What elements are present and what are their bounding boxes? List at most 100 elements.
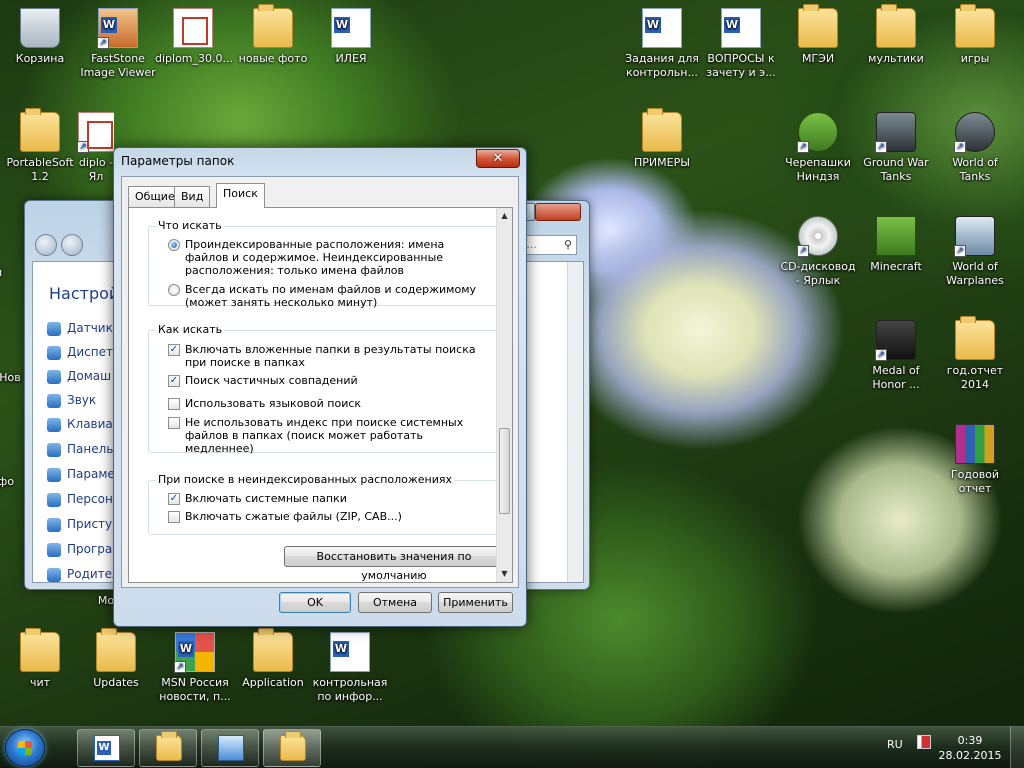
clock-date: 28.02.2015 <box>938 749 1002 762</box>
pdf-document-icon: ↗ <box>78 112 114 153</box>
cp-item[interactable]: Парамет <box>47 466 122 482</box>
folder-icon <box>253 628 293 672</box>
radio-option-always-contents[interactable]: Всегда искать по именам файлов и содержи… <box>168 283 488 309</box>
desktop-icon-mgei[interactable]: МГЭИ <box>780 4 856 66</box>
warplane-icon: ↗ <box>954 216 995 257</box>
checkbox-option-system-folders[interactable]: ✓ Включать системные папки <box>168 492 488 505</box>
desktop-icon-annual-report[interactable]: Годовой отчет <box>937 424 1013 496</box>
start-button[interactable] <box>5 729 45 767</box>
forward-button[interactable] <box>61 234 83 256</box>
system-clock[interactable]: 0:39 28.02.2015 <box>938 733 1002 763</box>
back-button[interactable] <box>35 234 57 256</box>
desktop-icon-annual-report-2014[interactable]: год.отчет 2014 <box>937 316 1013 392</box>
control-panel-item-icon <box>47 393 61 408</box>
cp-item[interactable]: Клавиат <box>47 416 120 432</box>
desktop-icon-partial-label: м <box>0 266 18 280</box>
desktop-icon-medal-of-honor[interactable]: ↗ Medal of Honor ... <box>858 320 934 392</box>
desktop-icon-msn[interactable]: ↗ MSN Россия новости, п... <box>157 632 233 704</box>
checkbox-option-natural-language[interactable]: Использовать языковой поиск <box>168 397 488 410</box>
desktop-icon-tasks[interactable]: Задания для контрольн... <box>624 8 700 80</box>
control-panel-item-icon <box>47 345 61 360</box>
desktop-icon-world-of-tanks[interactable]: ↗ World of Tanks <box>937 112 1013 184</box>
cp-item[interactable]: Програ <box>47 541 112 557</box>
desktop-icon-ground-war[interactable]: ↗ Ground War Tanks <box>858 112 934 184</box>
checkbox-option-no-index[interactable]: Не использовать индекс при поиске систем… <box>168 416 488 455</box>
clock-time: 0:39 <box>957 734 983 747</box>
checkbox-option-subfolders[interactable]: ✓ Включать вложенные папки в результаты … <box>168 343 488 369</box>
desktop-icon-recycle-bin[interactable]: Корзина <box>2 8 78 66</box>
window-close-button[interactable] <box>535 203 581 221</box>
taskbar-button-explorer[interactable] <box>139 729 197 767</box>
dialog-title: Параметры папок <box>121 154 235 168</box>
control-panel-item-icon <box>47 321 61 336</box>
taskbar-button-control-panel[interactable] <box>201 729 259 767</box>
folder-icon <box>876 4 916 48</box>
scroll-thumb[interactable] <box>499 428 510 514</box>
desktop-icon-cartoons[interactable]: мультики <box>858 4 934 66</box>
cp-item[interactable]: Панель <box>47 441 113 457</box>
restore-defaults-button[interactable]: Восстановить значения по умолчанию <box>284 546 497 582</box>
desktop-icon-ileya[interactable]: ИЛЕЯ <box>313 8 389 66</box>
radio-option-indexed[interactable]: Проиндексированные расположения: имена ф… <box>168 238 488 277</box>
dialog-body: Общие Вид Поиск Что искать Проиндексиров… <box>121 176 519 588</box>
cp-item[interactable]: Диспетч <box>47 344 120 360</box>
desktop-icon-examples[interactable]: ПРИМЕРЫ <box>624 108 700 170</box>
checkbox[interactable] <box>168 398 180 410</box>
ok-button[interactable]: OK <box>279 592 351 613</box>
language-indicator[interactable]: RU <box>887 738 903 751</box>
checkbox-option-partial-matches[interactable]: ✓ Поиск частичных совпадений <box>168 374 488 387</box>
taskbar-button-folder-options[interactable] <box>263 729 321 767</box>
radio-button-selected[interactable] <box>168 239 180 251</box>
cp-item[interactable]: Домаш <box>47 368 111 384</box>
checkbox-checked[interactable]: ✓ <box>168 344 180 356</box>
control-panel-item-icon <box>47 417 61 432</box>
desktop-icon-questions[interactable]: ВОПРОСЫ к зачету и э... <box>703 8 779 80</box>
control-panel-item-icon <box>47 542 61 557</box>
scroll-up-arrow-icon[interactable]: ▲ <box>497 208 512 224</box>
cp-item[interactable]: Звук <box>47 392 96 408</box>
desktop-icon-portablesoft[interactable]: PortableSoft 1.2 <box>2 108 78 184</box>
desktop-icon-diplom-shortcut[interactable]: ↗ diplo - Ял <box>78 112 114 184</box>
desktop-icon-cd-drive[interactable]: ↗ CD-дисковод - Ярлык <box>780 216 856 288</box>
desktop-icon-test-informatics[interactable]: контрольная по инфор... <box>312 632 388 704</box>
desktop-icon-faststone[interactable]: ↗ FastStone Image Viewer <box>80 8 156 80</box>
checkbox[interactable] <box>168 511 180 523</box>
group-non-indexed: При поиске в неиндексированных расположе… <box>148 473 497 535</box>
radio-button[interactable] <box>168 284 180 296</box>
folder-icon <box>955 316 995 360</box>
desktop-icon-minecraft[interactable]: Minecraft <box>858 216 934 274</box>
explorer-icon <box>156 731 182 761</box>
apply-button[interactable]: Применить <box>438 592 513 613</box>
tab-view[interactable]: Вид <box>174 186 211 207</box>
desktop-icon-tmnt[interactable]: ↗ Черепашки Ниндзя <box>780 112 856 184</box>
cp-item[interactable]: Присту <box>47 516 112 532</box>
tab-search[interactable]: Поиск <box>216 183 265 208</box>
recycle-bin-icon <box>20 8 60 48</box>
cp-item[interactable]: Датчик <box>47 320 113 336</box>
show-desktop-button[interactable] <box>1010 726 1024 768</box>
checkbox-checked[interactable]: ✓ <box>168 493 180 505</box>
word-icon: W <box>94 735 120 761</box>
action-center-flag-icon[interactable] <box>917 735 931 749</box>
desktop-icon-new-photos[interactable]: новые фото <box>235 4 311 66</box>
taskbar-button-word[interactable]: W <box>77 729 135 767</box>
desktop-icon-cheat[interactable]: чит <box>2 628 78 690</box>
dialog-close-button[interactable]: ✕ <box>476 149 520 168</box>
cancel-button[interactable]: Отмена <box>358 592 432 613</box>
cp-item[interactable]: Персон <box>47 491 113 507</box>
desktop-icon-games[interactable]: игры <box>937 4 1013 66</box>
group-how-to-search: Как искать ✓ Включать вложенные папки в … <box>148 323 497 455</box>
desktop-icon-updates[interactable]: Updates <box>78 628 154 690</box>
vertical-scrollbar[interactable] <box>567 262 583 582</box>
scroll-down-arrow-icon[interactable]: ▼ <box>497 566 512 582</box>
desktop-icon-application[interactable]: Application <box>235 628 311 690</box>
checkbox-checked[interactable]: ✓ <box>168 375 180 387</box>
vertical-scrollbar[interactable]: ▲ ▼ <box>496 208 512 582</box>
minecraft-icon <box>876 216 916 256</box>
desktop-icon-world-of-warplanes[interactable]: ↗ World of Warplanes <box>937 216 1013 288</box>
checkbox-option-compressed-files[interactable]: Включать сжатые файлы (ZIP, CAB...) <box>168 510 488 523</box>
msn-icon: ↗ <box>174 632 215 673</box>
checkbox[interactable] <box>168 417 180 429</box>
cp-item[interactable]: Родител <box>47 566 120 582</box>
desktop-icon-diplom[interactable]: diplom_30.0... <box>155 8 233 66</box>
